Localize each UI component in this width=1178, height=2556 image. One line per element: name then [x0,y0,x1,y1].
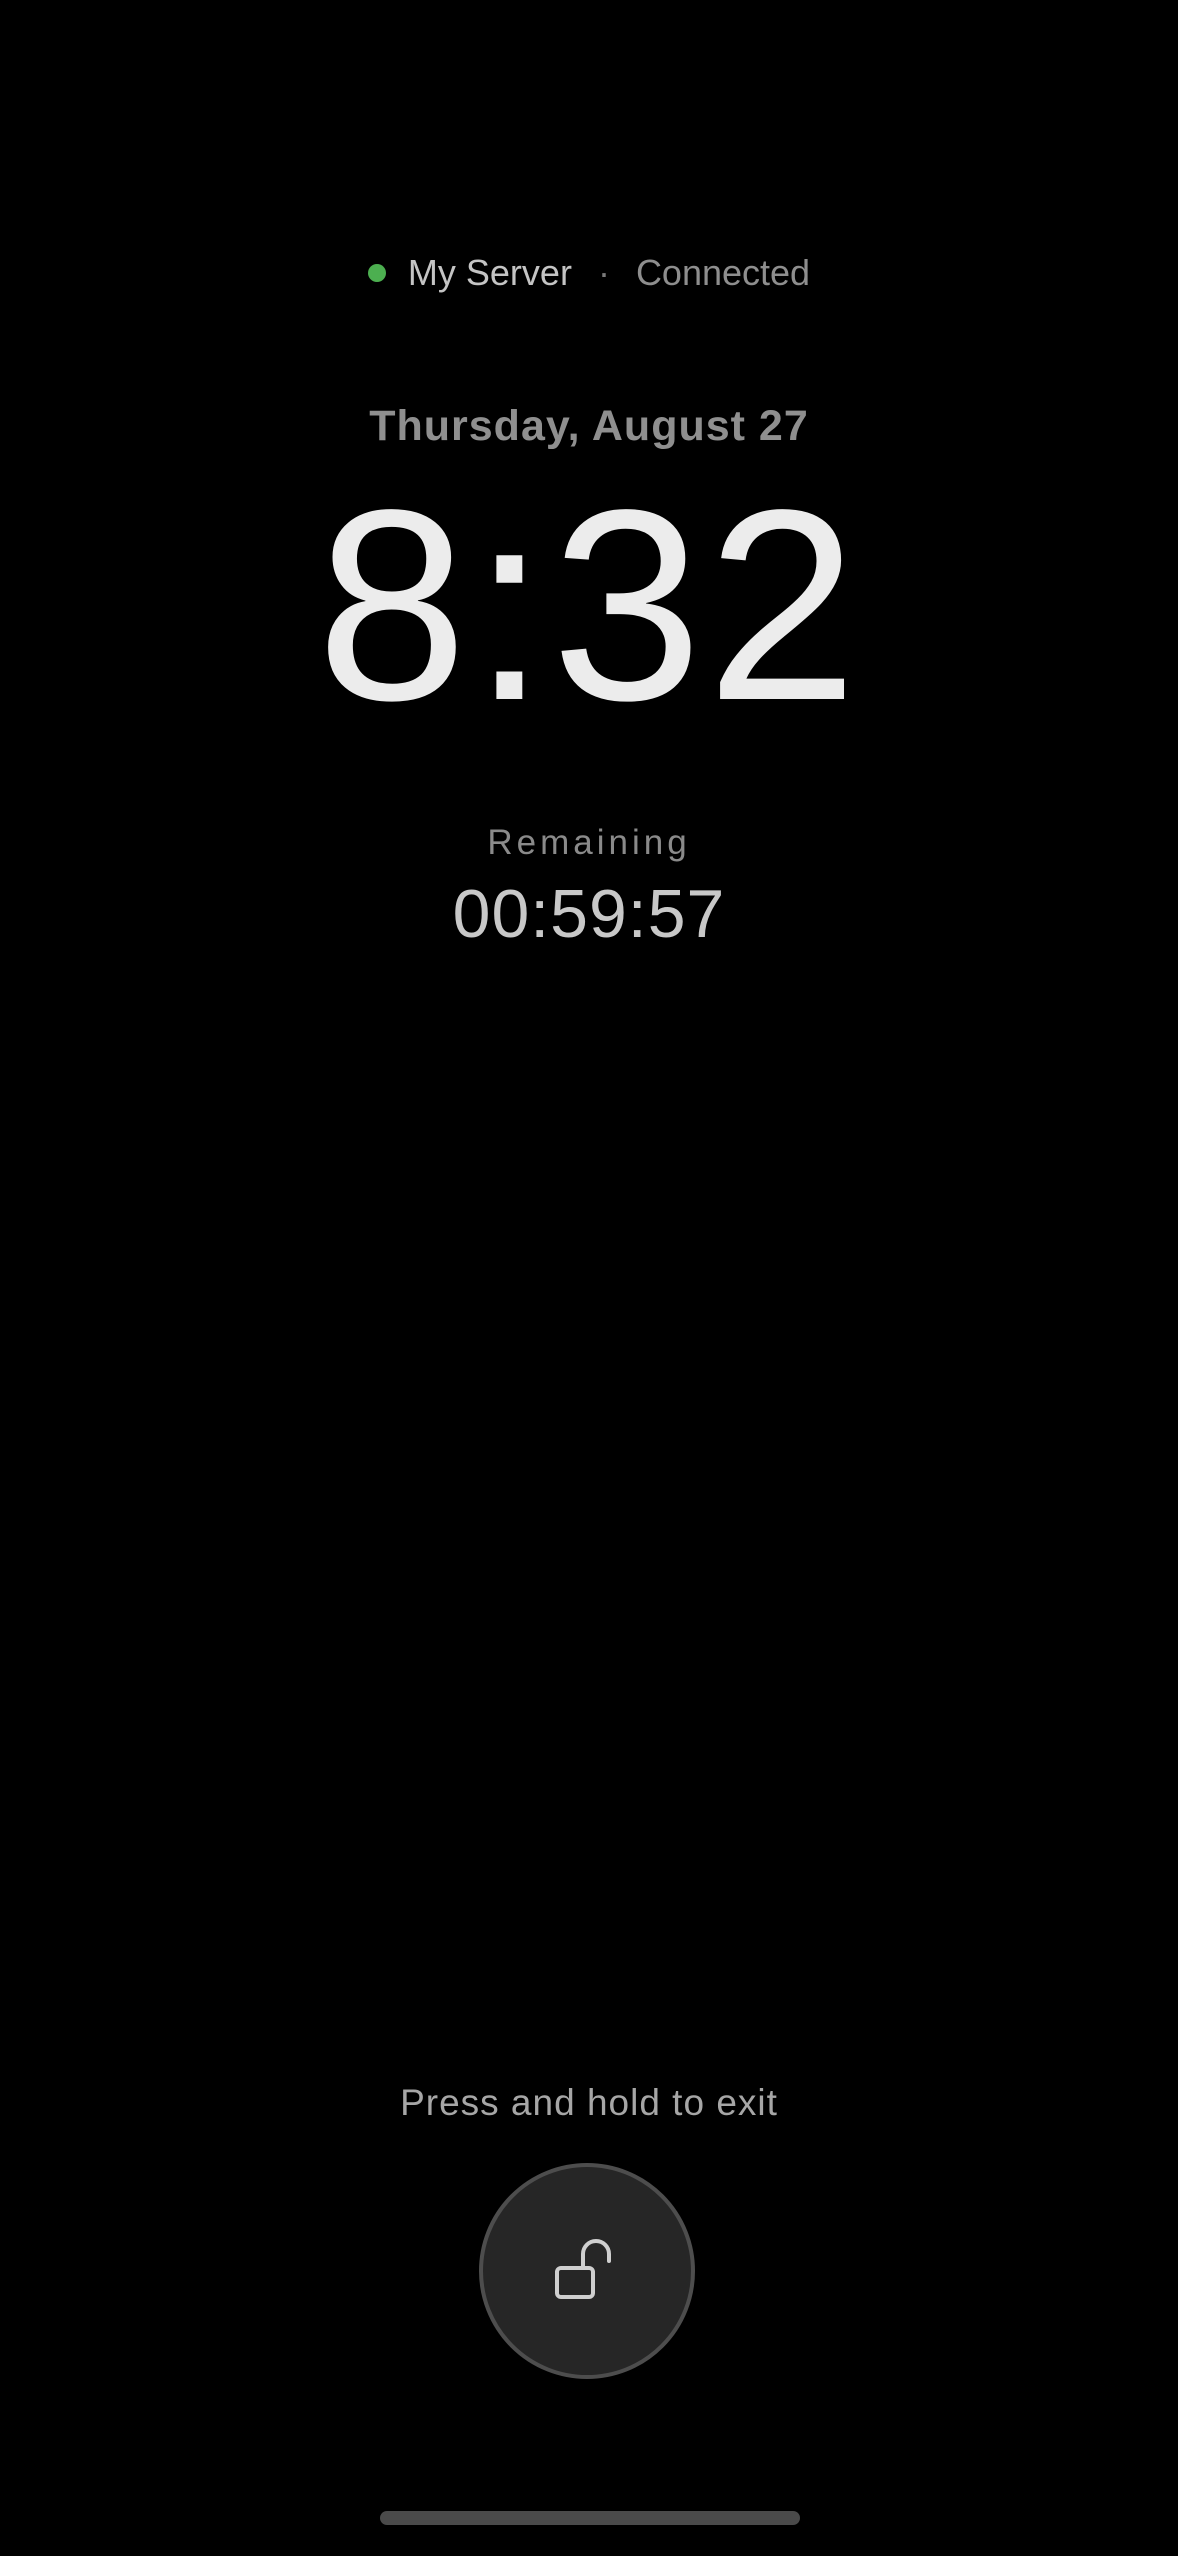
exit-hint: Press and hold to exit [400,2082,778,2123]
home-indicator[interactable] [380,2511,800,2525]
connection-status: Connected [635,252,811,293]
remaining-label: Remaining [487,823,691,862]
connection-indicator-dot [367,264,386,282]
current-date: Thursday, August 27 [369,402,809,450]
status-separator: · [597,252,610,293]
clock-time: 8:32 [316,453,862,757]
remaining-countdown: 00:59:57 [452,876,726,952]
server-name: My Server [407,252,572,293]
unlock-button[interactable] [479,2163,695,2379]
unlock-icon [547,2231,627,2311]
server-status: My Server · Connected [0,245,1178,301]
